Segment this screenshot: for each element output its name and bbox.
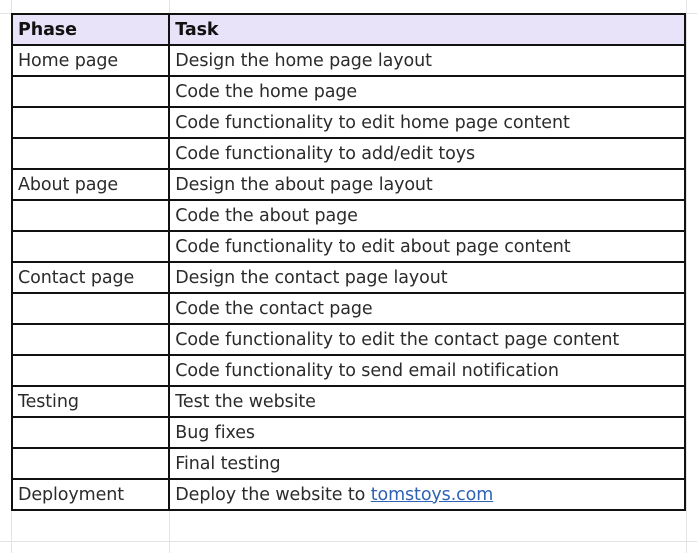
task-cell[interactable]: Code functionality to edit the contact p… [168,323,686,356]
phase-cell[interactable]: About page [10,168,171,201]
phase-cell[interactable] [10,323,171,356]
header-task[interactable]: Task [168,13,686,46]
table-row: Code functionality to edit home page con… [10,106,686,139]
task-cell[interactable]: Design the contact page layout [168,261,686,294]
task-cell[interactable]: Code functionality to add/edit toys [168,137,686,170]
task-cell[interactable]: Final testing [168,447,686,480]
website-link[interactable]: tomstoys.com [371,485,494,505]
table-row: Code the about page [10,199,686,232]
table-row: Code functionality to add/edit toys [10,137,686,170]
phase-cell[interactable]: Deployment [10,478,171,511]
table-row: Home page Design the home page layout [10,44,686,77]
task-cell[interactable]: Deploy the website to tomstoys.com [168,478,686,511]
table-row: Deployment Deploy the website to tomstoys… [10,478,686,511]
table-row: Code functionality to edit the contact p… [10,323,686,356]
phase-cell[interactable] [10,416,171,449]
task-cell[interactable]: Code the contact page [168,292,686,325]
task-cell[interactable]: Test the website [168,385,686,418]
task-cell[interactable]: Code the about page [168,199,686,232]
phase-cell[interactable]: Contact page [10,261,171,294]
table-row: Contact page Design the contact page layo… [10,261,686,294]
task-cell[interactable]: Code functionality to edit home page con… [168,106,686,139]
phase-cell[interactable] [10,199,171,232]
task-cell[interactable]: Bug fixes [168,416,686,449]
task-cell[interactable]: Code functionality to send email notific… [168,354,686,387]
task-text: Deploy the website to [175,484,371,505]
phase-cell[interactable] [10,292,171,325]
phase-cell[interactable] [10,106,171,139]
table-row: Bug fixes [10,416,686,449]
task-cell[interactable]: Code the home page [168,75,686,108]
table-row: Code functionality to send email notific… [10,354,686,387]
table-row: Code functionality to edit about page co… [10,230,686,263]
gridline [686,0,687,553]
task-table: Phase Task Home page Design the home page… [10,13,686,511]
gridline [0,541,697,542]
task-cell[interactable]: Design the about page layout [168,168,686,201]
phase-cell[interactable]: Testing [10,385,171,418]
phase-cell[interactable] [10,75,171,108]
phase-cell[interactable] [10,137,171,170]
phase-cell[interactable]: Home page [10,44,171,77]
phase-cell[interactable] [10,354,171,387]
phase-cell[interactable] [10,447,171,480]
header-phase[interactable]: Phase [10,13,171,46]
phase-cell[interactable] [10,230,171,263]
task-cell[interactable]: Design the home page layout [168,44,686,77]
table-row: Final testing [10,447,686,480]
header-row: Phase Task [10,13,686,46]
table-row: About page Design the about page layout [10,168,686,201]
table-row: Testing Test the website [10,385,686,418]
table-row: Code the home page [10,75,686,108]
task-cell[interactable]: Code functionality to edit about page co… [168,230,686,263]
table-row: Code the contact page [10,292,686,325]
